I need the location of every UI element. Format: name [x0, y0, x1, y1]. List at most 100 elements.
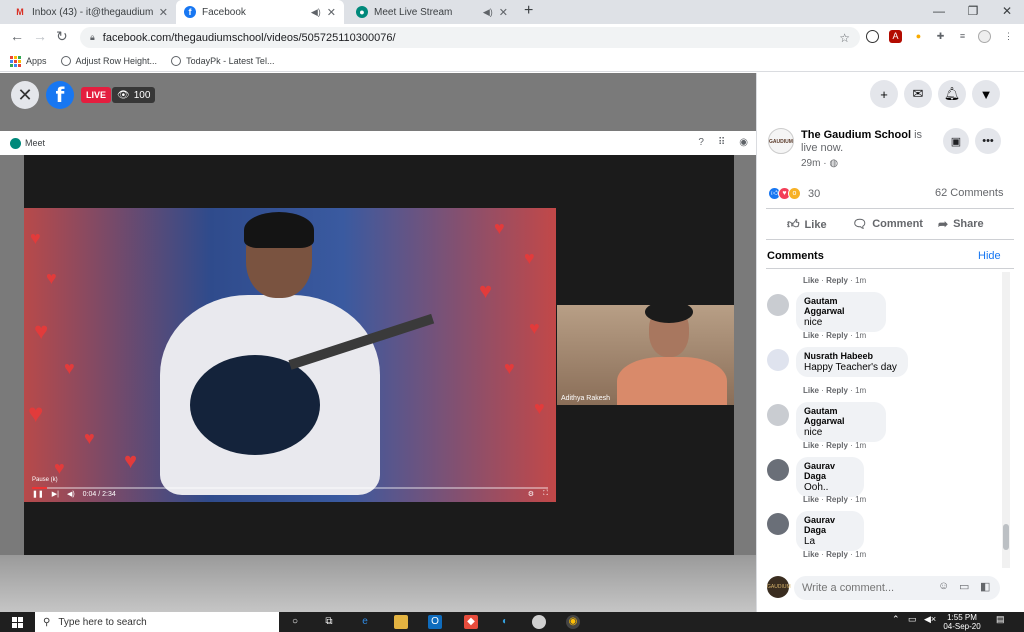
emoji-icon[interactable]: ☺ — [938, 580, 949, 592]
save-post-button[interactable]: ▣ — [943, 128, 969, 154]
tab-meet[interactable]: ● Meet Live Stream ◀) ✕ — [348, 0, 516, 24]
comment-reply-link[interactable]: Reply — [826, 276, 848, 285]
close-tab-icon[interactable]: ✕ — [327, 6, 336, 19]
close-tab-icon[interactable]: ✕ — [499, 6, 508, 19]
comment-reply-link[interactable]: Reply — [826, 495, 848, 504]
next-icon[interactable]: ▶| — [52, 490, 59, 498]
new-tab-icon[interactable]: + — [524, 2, 533, 20]
comment-like-link[interactable]: Like — [803, 441, 819, 450]
outlook-icon[interactable]: O — [428, 615, 442, 629]
taskbar-clock[interactable]: 1:55 PM 04-Sep-20 — [942, 613, 982, 631]
profile-avatar[interactable] — [978, 30, 991, 43]
comments-scrollbar[interactable] — [1002, 272, 1010, 568]
ie-icon[interactable]: e — [358, 615, 372, 629]
comment-age[interactable]: 1m — [855, 495, 866, 504]
video-progress-bar[interactable] — [32, 487, 548, 489]
file-explorer-icon[interactable] — [394, 615, 408, 629]
close-window-icon[interactable]: ✕ — [990, 0, 1024, 24]
comment-age[interactable]: 1m — [855, 331, 866, 340]
comment-age[interactable]: 1m — [855, 550, 866, 559]
commenter-avatar[interactable] — [767, 294, 789, 316]
commenter-name[interactable]: Gautam Aggarwal — [804, 406, 878, 426]
network-icon[interactable]: ▭ — [908, 614, 917, 625]
comment-reply-link[interactable]: Reply — [826, 331, 848, 340]
close-tab-icon[interactable]: ✕ — [159, 6, 168, 19]
comment-reply-link[interactable]: Reply — [826, 441, 848, 450]
facebook-logo[interactable]: f — [46, 81, 74, 109]
cortana-icon[interactable]: ○ — [288, 615, 302, 629]
comment-age[interactable]: 1m — [855, 386, 866, 395]
reload-icon[interactable]: ↻ — [56, 28, 68, 45]
commenter-avatar[interactable] — [767, 349, 789, 371]
puzzle-icon[interactable]: ✚ — [934, 30, 947, 43]
page-avatar[interactable]: GAUDIUM — [768, 128, 794, 154]
share-button[interactable]: ➦ Share — [938, 217, 984, 231]
tray-chevron-icon[interactable]: ⌃ — [892, 614, 900, 625]
comment-age[interactable]: 1m — [855, 276, 866, 285]
comment-like-link[interactable]: Like — [803, 495, 819, 504]
gif-icon[interactable]: ▭ — [959, 580, 969, 593]
minimize-icon[interactable]: — — [922, 0, 956, 24]
participant-video[interactable]: Adithya Rakesh — [557, 305, 734, 405]
commenter-name[interactable]: Gaurav Daga — [804, 461, 856, 481]
comment-reply-link[interactable]: Reply — [826, 550, 848, 559]
messenger-button[interactable]: ✉ — [904, 80, 932, 108]
hide-comments-link[interactable]: Hide — [978, 250, 1001, 262]
back-icon[interactable]: ← — [10, 28, 24, 44]
more-options-button[interactable]: ••• — [975, 128, 1001, 154]
volume-icon[interactable]: ◀) — [67, 490, 75, 498]
task-view-icon[interactable]: ⧉ — [322, 615, 336, 629]
anydesk-icon[interactable]: ◆ — [464, 615, 478, 629]
bookmark-star-icon[interactable]: ☆ — [839, 31, 850, 45]
commenter-name[interactable]: Gaurav Daga — [804, 515, 856, 535]
comment-reply-link[interactable]: Reply — [826, 386, 848, 395]
comment-like-link[interactable]: Like — [803, 550, 819, 559]
sticker-icon[interactable]: ◧ — [980, 580, 990, 593]
bookmark-adjust-row[interactable]: Adjust Row Height... — [60, 56, 157, 66]
fullscreen-icon[interactable]: ⛶ — [543, 490, 548, 498]
like-button[interactable]: 👍︎ Like — [787, 217, 827, 232]
page-name-link[interactable]: The Gaudium School — [801, 129, 911, 141]
meet-avatar-icon[interactable]: ◉ — [739, 137, 748, 148]
comment-count[interactable]: 62 Comments — [935, 187, 1003, 199]
notification-center-icon[interactable]: ▤ — [996, 614, 1005, 625]
play-icon[interactable]: ❚❚ — [32, 490, 44, 498]
create-button[interactable]: + — [870, 80, 898, 108]
close-video-button[interactable]: ✕ — [11, 81, 39, 109]
help-icon[interactable]: ? — [698, 137, 704, 148]
commenter-avatar[interactable] — [767, 513, 789, 535]
bookmark-apps[interactable]: Apps — [10, 55, 47, 67]
extension-icon[interactable] — [866, 30, 879, 43]
tab-facebook[interactable]: f Facebook ◀) ✕ — [176, 0, 344, 24]
speaker-icon[interactable]: ◀) — [311, 7, 321, 18]
commenter-avatar[interactable] — [767, 459, 789, 481]
volume-tray-icon[interactable]: ◀× — [924, 614, 936, 625]
chrome-icon[interactable]: ◉ — [566, 615, 580, 629]
my-avatar[interactable]: GAUDIUM — [767, 576, 791, 598]
comment-like-link[interactable]: Like — [803, 276, 819, 285]
comment-like-link[interactable]: Like — [803, 331, 819, 340]
scroll-thumb[interactable] — [1003, 524, 1009, 550]
address-bar[interactable]: 🔒︎ facebook.com/thegaudiumschool/videos/… — [80, 27, 860, 48]
comment-button[interactable]: 🗨︎ Comment — [852, 217, 923, 231]
commenter-name[interactable]: Nusrath Habeeb — [804, 351, 900, 361]
forward-icon[interactable]: → — [33, 28, 47, 44]
windows-start-icon[interactable] — [12, 617, 23, 628]
grid-icon[interactable]: ⠿ — [718, 137, 725, 148]
restore-icon[interactable]: ❐ — [956, 0, 990, 24]
bulb-extension-icon[interactable]: ● — [912, 30, 925, 43]
app-icon[interactable] — [532, 615, 546, 629]
commenter-avatar[interactable] — [767, 404, 789, 426]
account-menu-button[interactable]: ▼ — [972, 80, 1000, 108]
edge-icon[interactable]: ◐ — [498, 615, 512, 629]
comment-age[interactable]: 1m — [855, 441, 866, 450]
taskbar-search[interactable]: ⚲ Type here to search — [35, 612, 279, 632]
pdf-extension-icon[interactable]: A — [889, 30, 902, 43]
reactions-summary[interactable]: 👍︎ ♥ o 30 — [768, 187, 820, 200]
comment-like-link[interactable]: Like — [803, 386, 819, 395]
tab-gmail[interactable]: M Inbox (43) - it@thegaudium.com ✕ — [6, 0, 176, 24]
speaker-icon[interactable]: ◀) — [483, 7, 493, 18]
menu-dots-icon[interactable]: ⋮ — [1002, 30, 1015, 43]
settings-icon[interactable]: ⚙ — [528, 490, 534, 498]
notifications-button[interactable]: 🔔︎ — [938, 80, 966, 108]
